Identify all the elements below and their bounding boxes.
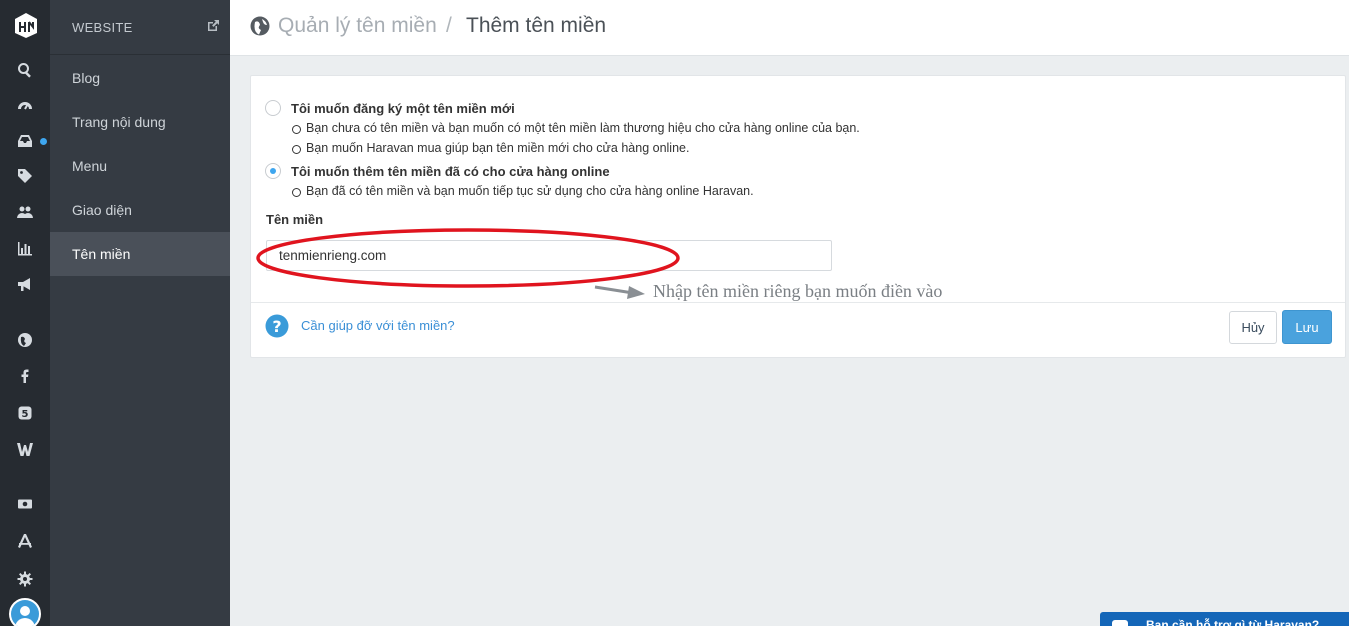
- sidebar-item-menu[interactable]: Menu: [50, 144, 230, 188]
- avatar[interactable]: [9, 598, 41, 626]
- breadcrumb-parent[interactable]: Quản lý tên miền: [278, 14, 437, 38]
- notification-dot: [40, 138, 47, 145]
- dashboard-icon[interactable]: [15, 95, 35, 115]
- users-icon[interactable]: [15, 202, 35, 222]
- s-icon[interactable]: 5: [15, 403, 35, 423]
- bar-chart-icon[interactable]: [15, 238, 35, 258]
- website-sidebar: WEBSITE Blog Trang nội dung Menu Giao di…: [50, 0, 230, 626]
- chat-bubble-icon: [1112, 620, 1128, 626]
- svg-text:?: ?: [272, 317, 281, 336]
- icon-rail: 5: [0, 0, 50, 626]
- domain-field-label: Tên miền: [266, 212, 324, 227]
- sidebar-item-blog[interactable]: Blog: [50, 56, 230, 100]
- cancel-button[interactable]: Hủy: [1229, 311, 1277, 344]
- option-new-bullet: Bạn chưa có tên miền và bạn muốn có một …: [292, 121, 860, 135]
- radio-register-new-domain[interactable]: [265, 100, 281, 116]
- tag-icon[interactable]: [15, 166, 35, 186]
- facebook-icon[interactable]: [15, 366, 35, 386]
- radio-add-existing-domain[interactable]: [265, 163, 281, 179]
- globe-icon: [250, 16, 270, 36]
- add-domain-card: Tôi muốn đăng ký một tên miền mới Bạn ch…: [250, 75, 1346, 358]
- domain-input[interactable]: [266, 240, 832, 271]
- annotation-arrow-icon: [594, 285, 645, 299]
- page-title: Thêm tên miền: [466, 14, 607, 37]
- money-icon[interactable]: [15, 494, 35, 514]
- app-store-icon[interactable]: [15, 531, 35, 551]
- card-divider: [251, 302, 1345, 303]
- question-circle-icon[interactable]: ?: [265, 314, 289, 338]
- help-link[interactable]: Cần giúp đỡ với tên miền?: [301, 318, 455, 333]
- page-header: Quản lý tên miền / Thêm tên miền: [230, 0, 1349, 56]
- chat-widget[interactable]: Bạn cần hỗ trợ gì từ Haravan?: [1100, 612, 1349, 626]
- sidebar-header: WEBSITE: [50, 0, 230, 55]
- breadcrumb-separator: /: [446, 14, 452, 37]
- w-icon[interactable]: [15, 439, 35, 459]
- save-button[interactable]: Lưu: [1282, 310, 1332, 344]
- sidebar-item-domains[interactable]: Tên miền: [50, 232, 230, 276]
- haravan-logo-icon[interactable]: [12, 10, 40, 40]
- option-new-title[interactable]: Tôi muốn đăng ký một tên miền mới: [291, 101, 515, 116]
- globe-icon[interactable]: [15, 330, 35, 350]
- sidebar-item-themes[interactable]: Giao diện: [50, 188, 230, 232]
- option-existing-bullet: Bạn đã có tên miền và bạn muốn tiếp tục …: [292, 184, 754, 198]
- megaphone-icon[interactable]: [15, 274, 35, 294]
- option-new-bullet: Bạn muốn Haravan mua giúp bạn tên miền m…: [292, 141, 689, 155]
- gear-icon[interactable]: [15, 569, 35, 589]
- option-existing-title[interactable]: Tôi muốn thêm tên miền đã có cho cửa hàn…: [291, 164, 610, 179]
- external-link-icon[interactable]: [206, 19, 220, 33]
- sidebar-item-pages[interactable]: Trang nội dung: [50, 100, 230, 144]
- inbox-icon[interactable]: [15, 131, 35, 151]
- sidebar-section-title: WEBSITE: [72, 20, 133, 35]
- search-icon[interactable]: [15, 60, 35, 80]
- chat-widget-label: Bạn cần hỗ trợ gì từ Haravan?: [1146, 618, 1320, 626]
- svg-text:5: 5: [22, 409, 29, 420]
- annotation-note: Nhập tên miền riêng bạn muốn điền vào: [653, 281, 943, 301]
